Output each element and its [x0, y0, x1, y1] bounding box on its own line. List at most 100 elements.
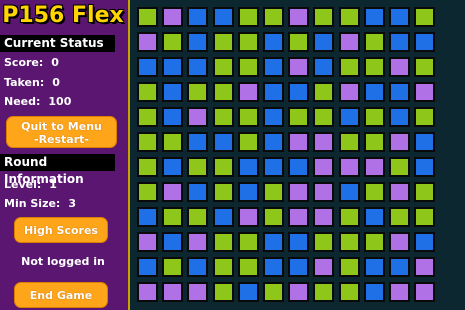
tile-purple[interactable] [187, 282, 208, 302]
tile-green[interactable] [137, 182, 158, 202]
tile-green[interactable] [213, 107, 234, 127]
tile-green[interactable] [238, 232, 259, 252]
tile-green[interactable] [414, 57, 435, 77]
tile-green[interactable] [162, 207, 183, 227]
tile-green[interactable] [238, 132, 259, 152]
tile-blue[interactable] [187, 57, 208, 77]
tile-green[interactable] [263, 7, 284, 27]
tile-green[interactable] [213, 257, 234, 277]
tile-green[interactable] [238, 257, 259, 277]
tile-blue[interactable] [263, 257, 284, 277]
tile-blue[interactable] [313, 57, 334, 77]
tile-purple[interactable] [339, 82, 360, 102]
tile-purple[interactable] [414, 282, 435, 302]
tile-green[interactable] [339, 7, 360, 27]
tile-blue[interactable] [389, 7, 410, 27]
tile-blue[interactable] [263, 82, 284, 102]
tile-green[interactable] [364, 182, 385, 202]
tile-blue[interactable] [414, 157, 435, 177]
tile-blue[interactable] [263, 232, 284, 252]
tile-blue[interactable] [339, 182, 360, 202]
tile-blue[interactable] [162, 157, 183, 177]
tile-blue[interactable] [364, 257, 385, 277]
tile-green[interactable] [213, 182, 234, 202]
tile-green[interactable] [238, 7, 259, 27]
tile-green[interactable] [137, 82, 158, 102]
tile-purple[interactable] [137, 32, 158, 52]
tile-purple[interactable] [414, 257, 435, 277]
tile-green[interactable] [313, 82, 334, 102]
tile-purple[interactable] [187, 232, 208, 252]
tile-blue[interactable] [288, 257, 309, 277]
tile-green[interactable] [137, 132, 158, 152]
tile-blue[interactable] [187, 257, 208, 277]
tile-green[interactable] [137, 157, 158, 177]
tile-purple[interactable] [339, 32, 360, 52]
tile-blue[interactable] [263, 107, 284, 127]
tile-blue[interactable] [263, 57, 284, 77]
tile-blue[interactable] [137, 257, 158, 277]
tile-blue[interactable] [213, 132, 234, 152]
tile-green[interactable] [414, 7, 435, 27]
tile-blue[interactable] [162, 232, 183, 252]
tile-blue[interactable] [263, 157, 284, 177]
tile-blue[interactable] [213, 7, 234, 27]
tile-green[interactable] [187, 207, 208, 227]
tile-green[interactable] [313, 232, 334, 252]
tile-green[interactable] [162, 32, 183, 52]
tile-green[interactable] [213, 282, 234, 302]
tile-blue[interactable] [162, 57, 183, 77]
tile-green[interactable] [288, 32, 309, 52]
tile-green[interactable] [364, 132, 385, 152]
tile-green[interactable] [263, 282, 284, 302]
tile-blue[interactable] [389, 257, 410, 277]
tile-green[interactable] [213, 32, 234, 52]
tile-green[interactable] [238, 107, 259, 127]
tile-blue[interactable] [263, 132, 284, 152]
tile-green[interactable] [137, 7, 158, 27]
tile-green[interactable] [213, 157, 234, 177]
tile-green[interactable] [162, 257, 183, 277]
tile-purple[interactable] [137, 232, 158, 252]
tile-blue[interactable] [137, 207, 158, 227]
tile-purple[interactable] [162, 7, 183, 27]
tile-blue[interactable] [313, 32, 334, 52]
tile-blue[interactable] [187, 7, 208, 27]
tile-blue[interactable] [288, 232, 309, 252]
tile-green[interactable] [364, 57, 385, 77]
tile-blue[interactable] [414, 232, 435, 252]
tile-blue[interactable] [364, 207, 385, 227]
tile-green[interactable] [364, 232, 385, 252]
tile-blue[interactable] [339, 107, 360, 127]
tile-blue[interactable] [288, 157, 309, 177]
tile-green[interactable] [187, 157, 208, 177]
tile-purple[interactable] [389, 57, 410, 77]
tile-green[interactable] [213, 232, 234, 252]
tile-blue[interactable] [137, 57, 158, 77]
tile-purple[interactable] [162, 282, 183, 302]
tile-blue[interactable] [238, 282, 259, 302]
tile-purple[interactable] [238, 82, 259, 102]
tile-purple[interactable] [389, 182, 410, 202]
tile-blue[interactable] [187, 182, 208, 202]
tile-blue[interactable] [187, 32, 208, 52]
tile-purple[interactable] [288, 7, 309, 27]
tile-green[interactable] [137, 107, 158, 127]
tile-purple[interactable] [313, 207, 334, 227]
tile-green[interactable] [213, 82, 234, 102]
tile-purple[interactable] [238, 207, 259, 227]
tile-green[interactable] [339, 57, 360, 77]
tile-green[interactable] [313, 7, 334, 27]
tile-blue[interactable] [162, 82, 183, 102]
tile-purple[interactable] [364, 157, 385, 177]
tile-purple[interactable] [288, 182, 309, 202]
tile-green[interactable] [162, 132, 183, 152]
tile-purple[interactable] [288, 132, 309, 152]
tile-green[interactable] [339, 132, 360, 152]
tile-blue[interactable] [288, 82, 309, 102]
tile-green[interactable] [414, 207, 435, 227]
tile-green[interactable] [414, 107, 435, 127]
tile-green[interactable] [364, 107, 385, 127]
tile-purple[interactable] [389, 132, 410, 152]
tile-green[interactable] [288, 107, 309, 127]
